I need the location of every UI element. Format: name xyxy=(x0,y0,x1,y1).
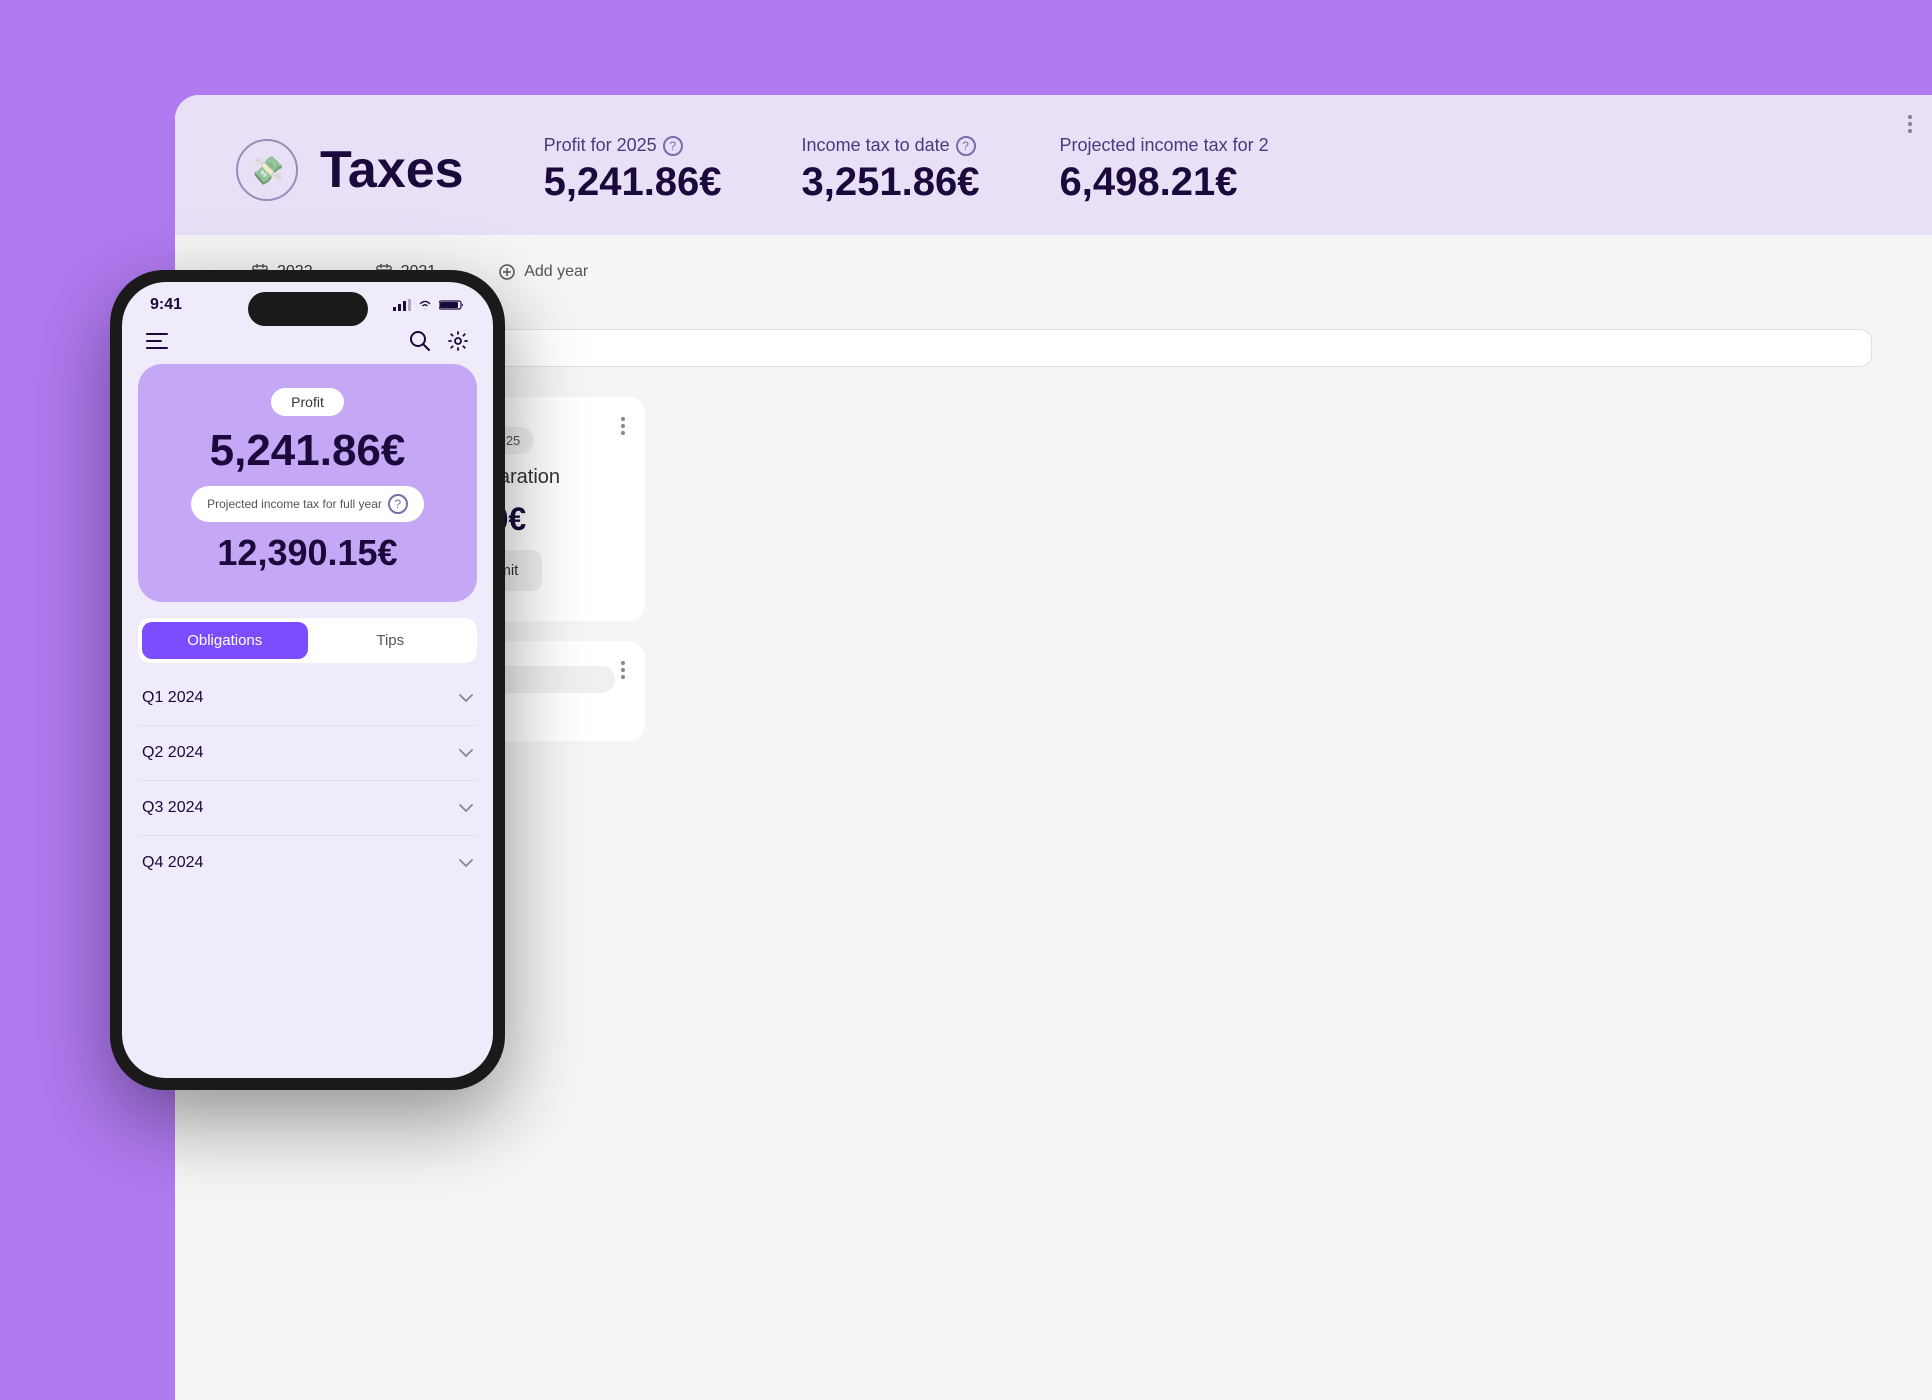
income-tax-stat: Income tax to date ? 3,251.86€ xyxy=(802,135,980,205)
phone-status-icons xyxy=(393,299,465,311)
income-tax-help-icon[interactable]: ? xyxy=(956,136,976,156)
svg-text:💸: 💸 xyxy=(153,546,193,582)
phone-hero: 💸 Profit 5,241.86€ Projected income tax … xyxy=(138,364,477,602)
tab-obligations[interactable]: Obligations xyxy=(142,622,308,659)
projected-stat: Projected income tax for 2 6,498.21€ xyxy=(1060,135,1269,205)
profit-value: 5,241.86€ xyxy=(544,160,722,205)
search-icon[interactable] xyxy=(409,330,431,352)
phone-tabs: Obligations Tips xyxy=(138,618,477,663)
profit-pill: Profit xyxy=(271,388,344,416)
chevron-down-icon-q4 xyxy=(459,859,473,867)
quarter-label-q2: Q2 2024 xyxy=(142,744,203,762)
quarter-item-q4[interactable]: Q4 2024 xyxy=(138,836,477,890)
phone-time: 9:41 xyxy=(150,296,182,314)
phone-icon-decoration: 💸 xyxy=(148,537,198,592)
profit-help-icon[interactable]: ? xyxy=(663,136,683,156)
add-year-tab[interactable]: Add year xyxy=(482,255,604,289)
phone-projected-label: Projected income tax for full year ? xyxy=(191,486,424,522)
phone-projected-help-icon[interactable]: ? xyxy=(388,494,408,514)
income-tax-value: 3,251.86€ xyxy=(802,160,980,205)
svg-text:💸: 💸 xyxy=(250,155,285,186)
quarter-item-q1[interactable]: Q1 2024 xyxy=(138,671,477,726)
top-bar-icons xyxy=(409,330,469,352)
phone-mockup: 9:41 xyxy=(110,270,505,1090)
card-menu-dots-2[interactable] xyxy=(621,661,625,679)
card-menu-dots-left-2[interactable] xyxy=(1908,115,1912,133)
desktop-title: Taxes xyxy=(320,140,464,200)
quarter-label-q4: Q4 2024 xyxy=(142,854,203,872)
desktop-header: 💸 Taxes Profit for 2025 ? 5,241.86€ Inco… xyxy=(175,95,1932,235)
quarter-item-q2[interactable]: Q2 2024 xyxy=(138,726,477,781)
profit-label: Profit for 2025 ? xyxy=(544,135,722,156)
hamburger-menu[interactable] xyxy=(146,333,168,349)
income-tax-label: Income tax to date ? xyxy=(802,135,980,156)
settings-icon[interactable] xyxy=(447,330,469,352)
quarter-item-q3[interactable]: Q3 2024 xyxy=(138,781,477,836)
chevron-down-icon-q3 xyxy=(459,804,473,812)
quarter-list: Q1 2024 Q2 2024 Q3 2024 Q4 2024 xyxy=(122,671,493,890)
phone-screen: 9:41 xyxy=(122,282,493,1078)
projected-value: 6,498.21€ xyxy=(1060,160,1269,205)
profit-stat: Profit for 2025 ? 5,241.86€ xyxy=(544,135,722,205)
signal-icon xyxy=(393,299,411,311)
card-menu-dots-1[interactable] xyxy=(621,417,625,435)
title-section: 💸 Taxes xyxy=(235,138,464,203)
dynamic-island xyxy=(248,292,368,326)
chevron-down-icon-q1 xyxy=(459,694,473,702)
quarter-label-q1: Q1 2024 xyxy=(142,689,203,707)
battery-icon xyxy=(439,299,465,311)
phone-profit-value: 5,241.86€ xyxy=(210,426,406,476)
plus-circle-icon xyxy=(498,263,516,281)
tab-tips[interactable]: Tips xyxy=(308,622,474,659)
phone-projected-value: 12,390.15€ xyxy=(217,532,397,574)
wifi-icon xyxy=(417,299,433,311)
phone-top-bar xyxy=(122,322,493,364)
projected-label: Projected income tax for 2 xyxy=(1060,135,1269,156)
quarter-label-q3: Q3 2024 xyxy=(142,799,203,817)
chevron-down-icon-q2 xyxy=(459,749,473,757)
taxes-icon: 💸 xyxy=(235,138,300,203)
